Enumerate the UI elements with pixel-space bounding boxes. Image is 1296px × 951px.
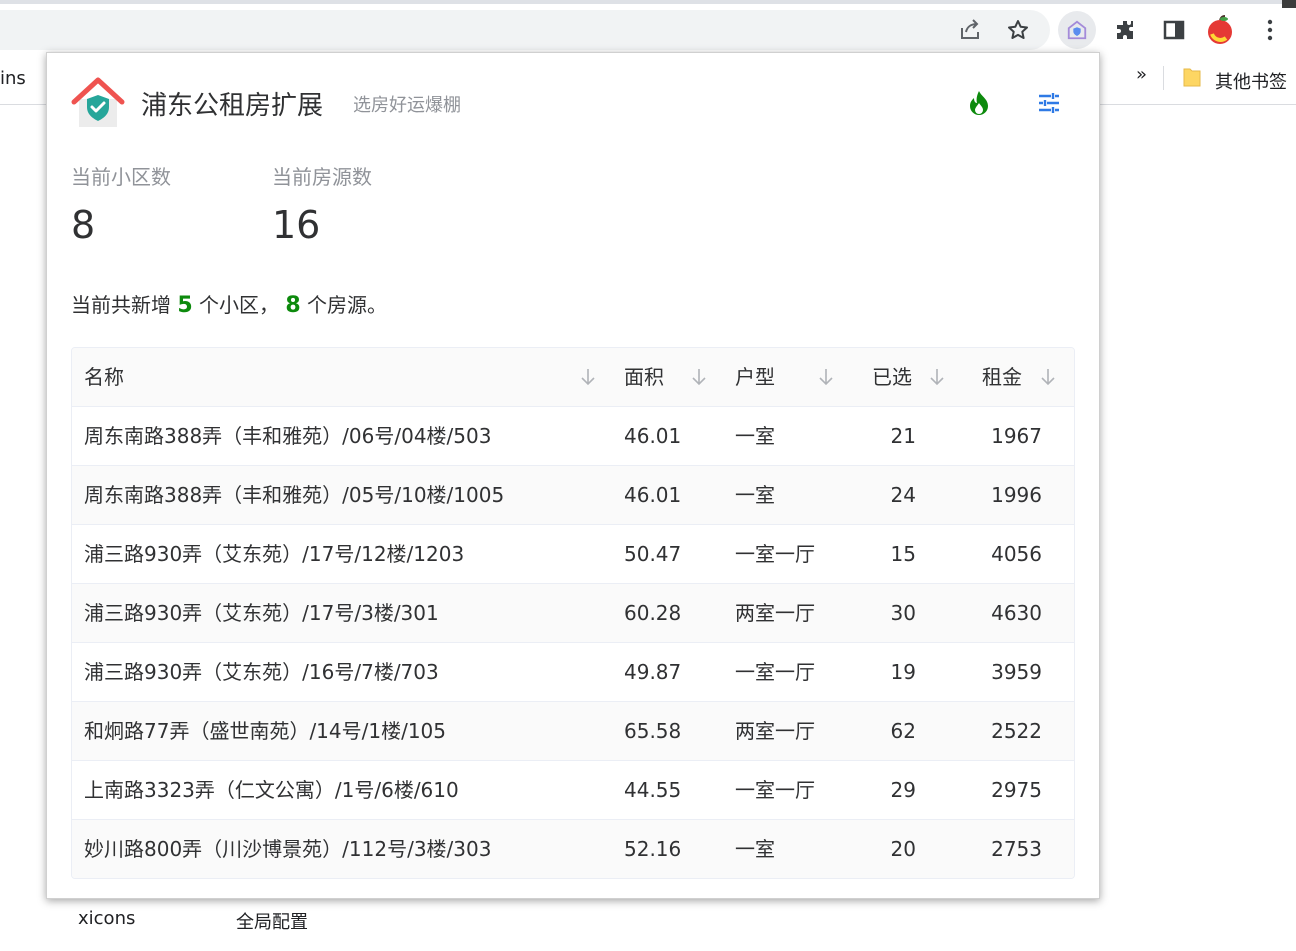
cell-name: 浦三路930弄（艾东苑）/16号/7楼/703: [84, 660, 439, 684]
house-shield-logo-icon: [71, 75, 125, 129]
cell-rent: 1996: [991, 483, 1042, 507]
table-row[interactable]: 周东南路388弄（丰和雅苑）/05号/10楼/1005 46.01 一室 24 …: [72, 466, 1074, 525]
cell-selected: 20: [890, 837, 916, 861]
sort-arrow-icon[interactable]: [816, 366, 836, 388]
cell-type: 一室一厅: [735, 542, 815, 566]
cell-area: 52.16: [624, 837, 682, 861]
summary-prefix: 当前共新增: [71, 293, 178, 317]
cell-area: 60.28: [624, 601, 682, 625]
cell-type: 两室一厅: [735, 601, 815, 625]
new-listings-count: 8: [285, 293, 301, 318]
cell-selected: 15: [890, 542, 916, 566]
cell-type: 一室: [735, 837, 775, 861]
table-row[interactable]: 浦三路930弄（艾东苑）/17号/12楼/1203 50.47 一室一厅 15 …: [72, 525, 1074, 584]
side-panel-icon[interactable]: [1158, 14, 1190, 46]
cell-selected: 19: [890, 660, 916, 684]
cell-rent: 2753: [991, 837, 1042, 861]
new-communities-count: 5: [177, 293, 193, 318]
table-row[interactable]: 和炯路77弄（盛世南苑）/14号/1楼/105 65.58 两室一厅 62 25…: [72, 702, 1074, 761]
table-row[interactable]: 浦三路930弄（艾东苑）/17号/3楼/301 60.28 两室一厅 30 46…: [72, 584, 1074, 643]
cell-rent: 2522: [991, 719, 1042, 743]
cell-name: 妙川路800弄（川沙博景苑）/112号/3楼/303: [84, 837, 492, 861]
cell-name: 上南路3323弄（仁文公寓）/1号/6楼/610: [84, 778, 459, 802]
extension-popup: 浦东公租房扩展 选房好运爆棚 当前小区数 8 当前房源数 16 当前共新增 5 …: [46, 52, 1100, 899]
cell-name: 周东南路388弄（丰和雅苑）/06号/04楼/503: [84, 424, 492, 448]
table-row[interactable]: 周东南路388弄（丰和雅苑）/06号/04楼/503 46.01 一室 21 1…: [72, 407, 1074, 466]
cell-name: 浦三路930弄（艾东苑）/17号/3楼/301: [84, 601, 439, 625]
cell-area: 49.87: [624, 660, 682, 684]
table-row[interactable]: 浦三路930弄（艾东苑）/16号/7楼/703 49.87 一室一厅 19 39…: [72, 643, 1074, 702]
bookmarks-divider: [1163, 66, 1164, 90]
cell-rent: 1967: [991, 424, 1042, 448]
table-row[interactable]: 上南路3323弄（仁文公寓）/1号/6楼/610 44.55 一室一厅 29 2…: [72, 761, 1074, 820]
column-header-rent[interactable]: 租金: [982, 348, 1022, 406]
cell-area: 46.01: [624, 483, 682, 507]
puzzle-icon[interactable]: [1110, 14, 1142, 46]
popup-title: 浦东公租房扩展: [141, 91, 324, 121]
cell-area: 44.55: [624, 778, 682, 802]
column-header-selected[interactable]: 已选: [872, 348, 912, 406]
sort-arrow-icon[interactable]: [927, 366, 947, 388]
bookmark-item-partial[interactable]: ins: [0, 68, 26, 89]
other-bookmarks-label[interactable]: 其他书签: [1215, 68, 1287, 94]
summary-middle: 个小区，: [192, 293, 286, 317]
summary-suffix: 个房源。: [300, 293, 388, 317]
cell-selected: 62: [890, 719, 916, 743]
cell-area: 50.47: [624, 542, 682, 566]
sort-arrow-icon[interactable]: [1038, 366, 1058, 388]
cell-name: 浦三路930弄（艾东苑）/17号/12楼/1203: [84, 542, 465, 566]
table-header-row: 名称 面积 户型 已选 租金: [72, 348, 1074, 407]
star-icon[interactable]: [1002, 14, 1034, 46]
tab-strip: [0, 0, 1296, 8]
popup-subtitle: 选房好运爆棚: [353, 95, 461, 116]
cell-area: 46.01: [624, 424, 682, 448]
cell-type: 一室: [735, 424, 775, 448]
stat-communities-value: 8: [71, 203, 96, 247]
cell-selected: 30: [890, 601, 916, 625]
sort-arrow-icon[interactable]: [689, 366, 709, 388]
table-row[interactable]: 妙川路800弄（川沙博景苑）/112号/3楼/303 52.16 一室 20 2…: [72, 820, 1074, 878]
new-summary-text: 当前共新增 5 个小区， 8 个房源。: [71, 289, 387, 318]
cell-area: 65.58: [624, 719, 682, 743]
column-header-name[interactable]: 名称: [84, 348, 124, 406]
cell-rent: 3959: [991, 660, 1042, 684]
settings-sliders-icon[interactable]: [1035, 89, 1063, 117]
cell-selected: 29: [890, 778, 916, 802]
sort-arrow-icon[interactable]: [578, 366, 598, 388]
stat-communities-label: 当前小区数: [71, 165, 171, 189]
listings-table: 名称 面积 户型 已选 租金 周东南路388弄（丰和雅苑）/06号/04楼/50…: [71, 347, 1075, 879]
cell-rent: 2975: [991, 778, 1042, 802]
cell-rent: 4630: [991, 601, 1042, 625]
stat-listings-value: 16: [272, 203, 321, 247]
page-link-global-config[interactable]: 全局配置: [236, 908, 308, 934]
cell-name: 和炯路77弄（盛世南苑）/14号/1楼/105: [84, 719, 447, 743]
address-bar[interactable]: [0, 10, 1050, 50]
cell-selected: 21: [890, 424, 916, 448]
folder-icon: [1183, 67, 1201, 87]
fire-icon[interactable]: [965, 89, 993, 117]
stat-listings-label: 当前房源数: [272, 165, 372, 189]
cell-type: 一室一厅: [735, 660, 815, 684]
cell-type: 一室一厅: [735, 778, 815, 802]
cell-selected: 24: [890, 483, 916, 507]
cell-type: 一室: [735, 483, 775, 507]
bookmarks-overflow-chevron[interactable]: »: [1136, 64, 1147, 85]
page-link-xicons[interactable]: xicons: [78, 908, 135, 929]
cell-name: 周东南路388弄（丰和雅苑）/05号/10楼/1005: [84, 483, 505, 507]
extension-shield-icon[interactable]: [1058, 11, 1096, 49]
column-header-type[interactable]: 户型: [735, 348, 775, 406]
column-header-area[interactable]: 面积: [624, 348, 664, 406]
cell-rent: 4056: [991, 542, 1042, 566]
kebab-menu-icon[interactable]: [1254, 14, 1286, 46]
cell-type: 两室一厅: [735, 719, 815, 743]
profile-apple-icon[interactable]: [1204, 14, 1236, 46]
share-icon[interactable]: [954, 14, 986, 46]
